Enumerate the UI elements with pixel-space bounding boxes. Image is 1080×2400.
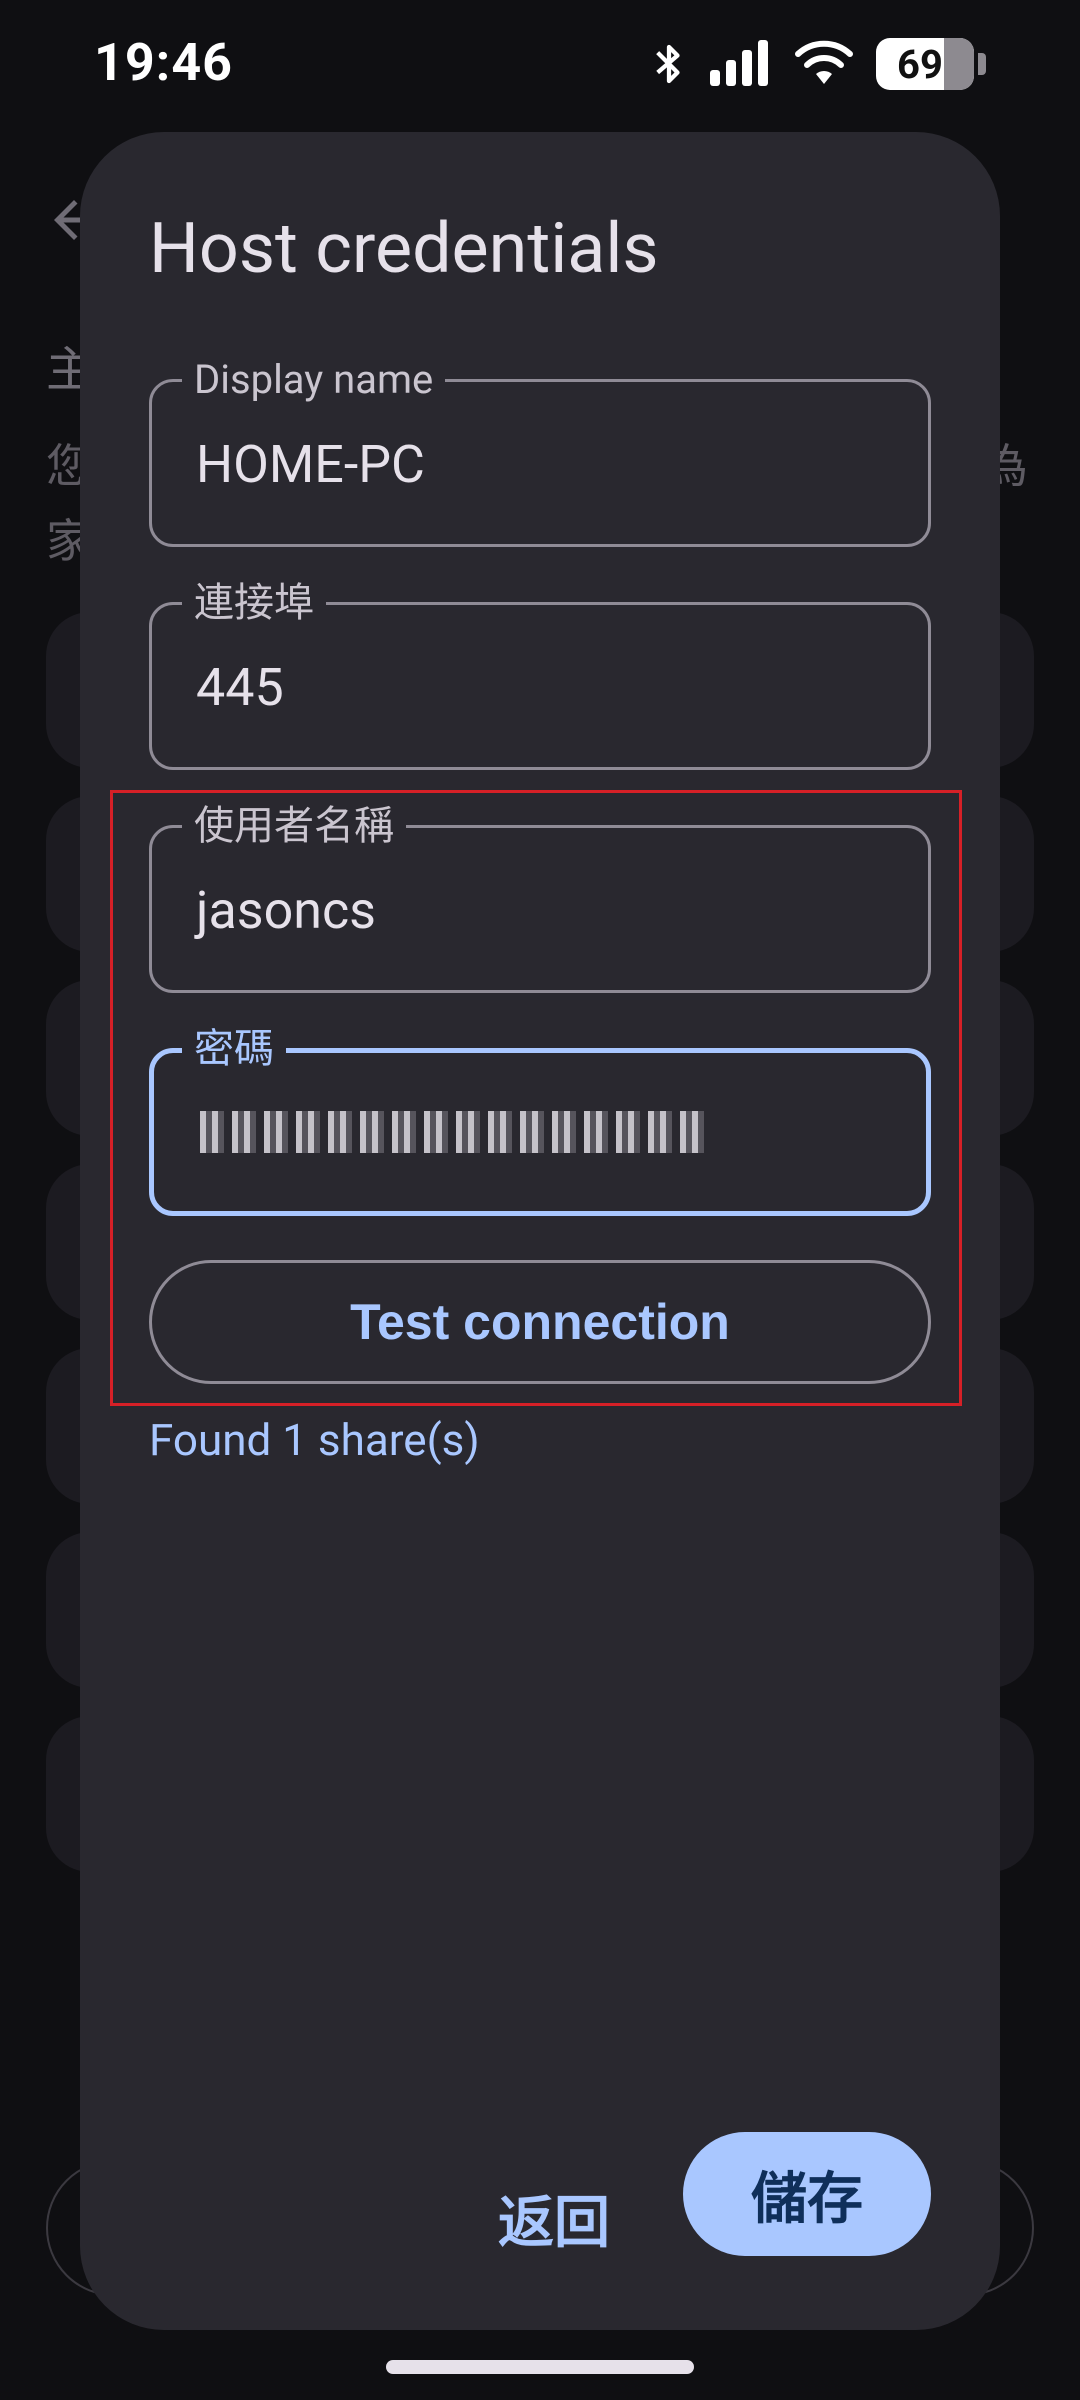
battery-level: 69: [897, 40, 943, 88]
connection-status-message: Found 1 share(s): [149, 1414, 480, 1466]
display-name-value[interactable]: HOME-PC: [196, 434, 425, 495]
port-label: 連接埠: [182, 579, 326, 627]
wifi-icon: [795, 40, 853, 84]
highlight-box: [110, 790, 962, 1406]
dialog-title: Host credentials: [149, 208, 659, 290]
status-icons: 69: [652, 38, 986, 90]
battery-tip: [978, 53, 986, 75]
status-time: 19:46: [94, 32, 233, 93]
signal-icon: [710, 40, 768, 86]
status-bar: 19:46 69: [0, 0, 1080, 130]
port-value[interactable]: 445: [196, 657, 284, 718]
display-name-field[interactable]: Display name HOME-PC: [149, 356, 931, 547]
battery-icon: 69: [876, 38, 974, 90]
bluetooth-icon: [656, 44, 680, 84]
save-button[interactable]: 儲存: [683, 2132, 931, 2256]
display-name-label: Display name: [182, 356, 446, 404]
port-field[interactable]: 連接埠 445: [149, 579, 931, 770]
home-indicator[interactable]: [386, 2360, 694, 2374]
back-button[interactable]: 返回: [484, 2158, 624, 2278]
